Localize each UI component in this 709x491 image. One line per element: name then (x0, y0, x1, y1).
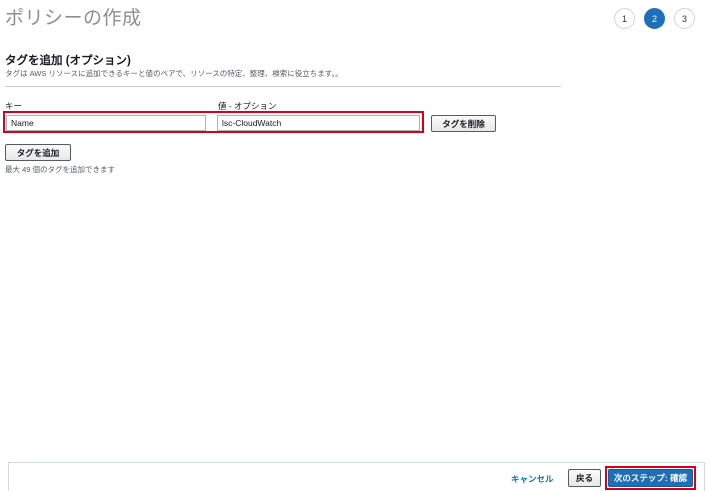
section-heading: タグを追加 (オプション) (5, 55, 131, 67)
section-description: タグは AWS リソースに追加できるキーと値のペアで、リソースの特定、整理、検索… (5, 69, 343, 78)
step-1-indicator[interactable]: 1 (614, 8, 635, 29)
step-2-indicator[interactable]: 2 (644, 8, 665, 29)
back-button[interactable]: 戻る (568, 469, 601, 487)
next-step-button[interactable]: 次のステップ: 確認 (608, 469, 693, 487)
tag-key-input[interactable] (6, 115, 206, 131)
wizard-steps: 1 2 3 (614, 8, 695, 29)
add-tag-button[interactable]: タグを追加 (5, 144, 71, 161)
tag-limit-note: 最大 49 個のタグを追加できます (5, 165, 116, 174)
cancel-link[interactable]: キャンセル (511, 473, 554, 485)
page-title: ポリシーの作成 (5, 8, 142, 29)
section-divider (5, 86, 561, 87)
tag-value-input[interactable] (217, 115, 420, 131)
remove-tag-button[interactable]: タグを削除 (431, 115, 496, 132)
step-3-indicator[interactable]: 3 (674, 8, 695, 29)
